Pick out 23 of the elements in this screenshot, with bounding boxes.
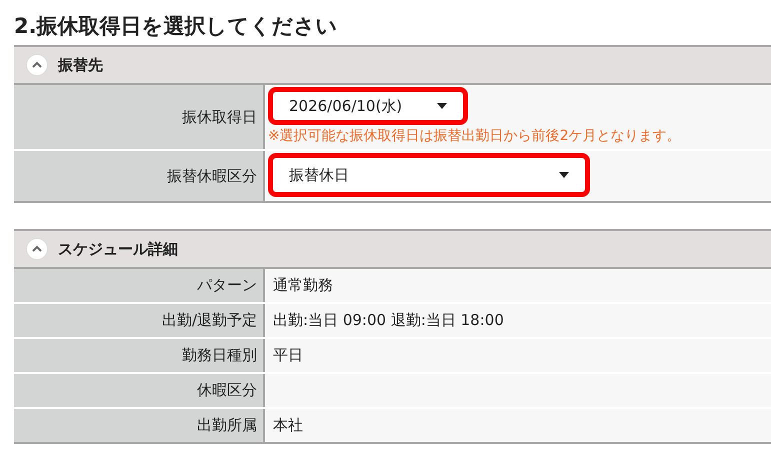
field-label: 振替休暇区分	[14, 151, 265, 201]
field-label: パターン	[14, 269, 265, 302]
page-title: 2.振休取得日を選択してください	[14, 13, 339, 40]
field-value: 平日	[273, 346, 303, 365]
field-label: 勤務日種別	[14, 339, 265, 372]
dropdown[interactable]: 振替休日	[268, 153, 590, 197]
chevron-icon	[31, 61, 43, 69]
field-value: 出勤:当日 09:00 退勤:当日 18:00	[273, 311, 504, 330]
dropdown[interactable]: 2026/06/10(水)	[268, 87, 468, 125]
field-label: 休暇区分	[14, 374, 265, 407]
field-label: 出勤所属	[14, 409, 265, 442]
hint-text: ※選択可能な振休取得日は振替出勤日から前後2ケ月となります。	[268, 127, 681, 145]
section-title: スケジュール詳細	[58, 240, 178, 258]
section-title: 振替先	[58, 56, 103, 74]
field-value: 本社	[273, 416, 303, 435]
field-label: 振休取得日	[14, 85, 265, 149]
collapse-button[interactable]	[26, 54, 48, 76]
collapse-button[interactable]	[26, 238, 48, 260]
field-value: 通常勤務	[273, 276, 333, 295]
field-label: 出勤/退勤予定	[14, 304, 265, 337]
chevron-icon	[31, 245, 43, 253]
dropdown-caret-icon	[559, 172, 569, 178]
dropdown-caret-icon	[437, 103, 447, 109]
